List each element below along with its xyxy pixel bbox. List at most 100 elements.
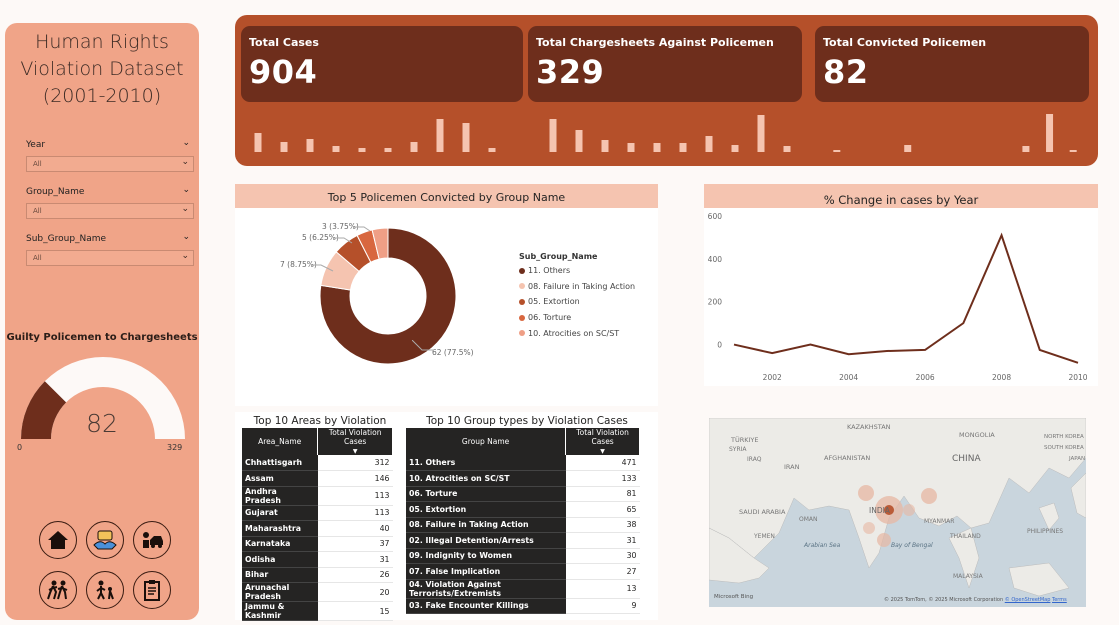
- kpi-card-total-convicted: Total Convicted Policemen 82: [815, 26, 1089, 102]
- handshake-button[interactable]: [86, 521, 124, 559]
- map-label: MYANMAR: [924, 518, 955, 525]
- table-row[interactable]: 06. Torture 81: [406, 486, 640, 502]
- chevron-down-icon[interactable]: ⌄: [182, 185, 190, 195]
- kpi-title: Total Cases: [249, 36, 319, 49]
- legend-marker: [519, 314, 525, 321]
- spark-bar: [833, 150, 841, 152]
- map-label: INDIA: [869, 506, 890, 515]
- table-row[interactable]: 10. Atrocities on SC/ST 133: [406, 470, 640, 487]
- column-header-area-name[interactable]: Area_Name: [242, 428, 319, 455]
- map-label: JAPAN: [1069, 456, 1086, 462]
- row-value: 471: [565, 455, 640, 471]
- chevron-down-icon[interactable]: ⌄: [182, 138, 190, 148]
- legend-label: 06. Torture: [528, 313, 572, 323]
- legend-item[interactable]: 05. Extortion: [519, 294, 654, 310]
- table-row[interactable]: 02. Illegal Detention/Arrests 31: [406, 532, 640, 549]
- table-row[interactable]: 08. Failure in Taking Action 38: [406, 517, 640, 533]
- row-value: 113: [317, 486, 393, 506]
- row-name: Jammu & Kashmir: [242, 601, 318, 621]
- x-tick-label: 2010: [1068, 373, 1087, 382]
- kpi-value: 82: [823, 53, 869, 91]
- row-value: 65: [565, 501, 640, 518]
- arrested-person-button[interactable]: [86, 571, 124, 609]
- spark-bar: [436, 119, 444, 152]
- police-car-button[interactable]: [133, 521, 171, 559]
- year-filter-label[interactable]: Year ⌄: [26, 138, 194, 150]
- row-name: Andhra Pradesh: [242, 486, 318, 506]
- table-row[interactable]: 09. Indignity to Women 30: [406, 548, 640, 564]
- sub-group-name-dropdown[interactable]: All ⌄: [26, 250, 194, 266]
- map-label: MALAYSIA: [953, 573, 983, 580]
- leader-line: [311, 264, 334, 272]
- map-label: Bay of Bengal: [891, 542, 933, 549]
- legend-label: 05. Extortion: [528, 297, 580, 307]
- row-value: 81: [565, 486, 640, 502]
- groups-table-title: Top 10 Group types by Violation Cases: [426, 415, 628, 427]
- legend-item[interactable]: 10. Atrocities on SC/ST: [519, 325, 654, 341]
- line-series[interactable]: [733, 232, 1079, 364]
- map-label: TÜRKIYE: [731, 436, 759, 444]
- table-row[interactable]: Karnataka 37: [242, 536, 393, 552]
- column-header-total-cases[interactable]: Total Violation Cases ▼: [317, 428, 393, 455]
- gauge-max: 329: [167, 443, 183, 452]
- table-row[interactable]: 05. Extortion 65: [406, 501, 640, 518]
- table-row[interactable]: Arunachal Pradesh 20: [242, 582, 393, 602]
- table-row[interactable]: Odisha 31: [242, 551, 393, 568]
- title-line-2: Violation Dataset: [20, 58, 184, 80]
- group-name-dropdown[interactable]: All ⌄: [26, 203, 194, 219]
- map-label: YEMEN: [754, 533, 775, 540]
- table-row[interactable]: Maharashtra 40: [242, 520, 393, 537]
- table-row[interactable]: Jammu & Kashmir 15: [242, 601, 393, 621]
- running-person-button[interactable]: [39, 571, 77, 609]
- kpi-value: 329: [536, 53, 605, 91]
- chevron-down-icon[interactable]: ⌄: [182, 232, 190, 242]
- table-row[interactable]: 03. Fake Encounter Killings 9: [406, 598, 640, 614]
- table-row[interactable]: 07. False Implication 27: [406, 563, 640, 580]
- row-value: 26: [317, 567, 393, 583]
- map[interactable]: TÜRKIYE SYRIA IRAQ IRAN AFGHANISTAN KAZA…: [709, 418, 1086, 607]
- clipboard-button[interactable]: [133, 571, 171, 609]
- group-name-dropdown-value: All: [33, 207, 42, 215]
- title-line-1: Human Rights: [35, 31, 169, 53]
- legend-item[interactable]: 06. Torture: [519, 310, 654, 326]
- year-dropdown[interactable]: All ⌄: [26, 156, 194, 172]
- row-name: Karnataka: [242, 536, 318, 552]
- legend-item[interactable]: 11. Others: [519, 263, 654, 279]
- row-value: 133: [565, 470, 640, 487]
- table-row[interactable]: Bihar 26: [242, 567, 393, 583]
- home-button[interactable]: [39, 521, 77, 559]
- map-label: Arabian Sea: [804, 542, 841, 549]
- column-header-group-name[interactable]: Group Name: [406, 428, 567, 455]
- legend-item[interactable]: 08. Failure in Taking Action: [519, 279, 654, 295]
- map-label: SOUTH KOREA: [1044, 445, 1084, 451]
- donut-label-others: 62 (77.5%): [432, 348, 474, 357]
- police-car-icon: [143, 532, 163, 548]
- table-row[interactable]: 11. Others 471: [406, 455, 640, 471]
- sub-group-name-filter-label[interactable]: Sub_Group_Name ⌄: [26, 232, 194, 244]
- osm-link[interactable]: © OpenStreetMap: [1005, 597, 1051, 603]
- kpi-sparkline-convicted: [833, 114, 1077, 152]
- terms-link[interactable]: Terms: [1052, 597, 1067, 603]
- table-row[interactable]: Andhra Pradesh 113: [242, 486, 393, 506]
- row-value: 40: [317, 520, 393, 537]
- row-name: 10. Atrocities on SC/ST: [406, 470, 566, 487]
- kpi-title: Total Chargesheets Against Policemen: [536, 36, 774, 49]
- row-value: 113: [317, 505, 393, 521]
- row-value: 38: [565, 517, 640, 533]
- groups-table: Group Name Total Violation Cases ▼ 11. Ot…: [406, 428, 640, 614]
- table-row[interactable]: Gujarat 113: [242, 505, 393, 521]
- column-header-text: Total Violation Cases: [576, 428, 629, 446]
- row-name: Assam: [242, 470, 318, 487]
- table-row[interactable]: Assam 146: [242, 470, 393, 487]
- table-row[interactable]: 04. Violation Against Terrorists/Extremi…: [406, 579, 640, 599]
- donut-title: Top 5 Policemen Convicted by Group Name: [235, 184, 658, 208]
- spark-bar: [410, 142, 418, 152]
- donut-chart: [319, 227, 457, 365]
- row-value: 15: [317, 601, 393, 621]
- group-name-filter-label[interactable]: Group_Name ⌄: [26, 185, 194, 197]
- map-label: IRAN: [784, 463, 800, 471]
- row-name: Odisha: [242, 551, 318, 568]
- table-row[interactable]: Chhattisgarh 312: [242, 455, 393, 471]
- column-header-total-cases[interactable]: Total Violation Cases ▼: [565, 428, 640, 455]
- map-label: SYRIA: [729, 446, 747, 453]
